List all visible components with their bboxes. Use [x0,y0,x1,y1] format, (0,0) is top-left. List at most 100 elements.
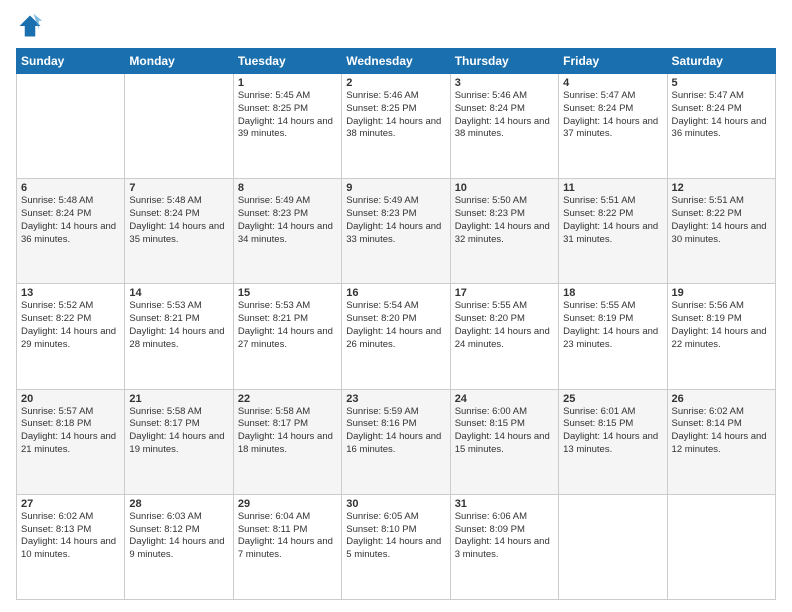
day-info: Sunrise: 5:52 AM Sunset: 8:22 PM Dayligh… [21,300,120,351]
calendar-cell: 5Sunrise: 5:47 AM Sunset: 8:24 PM Daylig… [667,74,775,179]
day-number: 28 [129,498,228,510]
day-info: Sunrise: 6:06 AM Sunset: 8:09 PM Dayligh… [455,511,554,562]
calendar-cell: 2Sunrise: 5:46 AM Sunset: 8:25 PM Daylig… [342,74,450,179]
day-number: 25 [563,393,662,405]
day-number: 31 [455,498,554,510]
day-info: Sunrise: 5:45 AM Sunset: 8:25 PM Dayligh… [238,90,337,141]
weekday-header-saturday: Saturday [667,49,775,74]
day-number: 3 [455,77,554,89]
day-info: Sunrise: 6:02 AM Sunset: 8:14 PM Dayligh… [672,406,771,457]
weekday-header-thursday: Thursday [450,49,558,74]
day-number: 22 [238,393,337,405]
day-info: Sunrise: 5:49 AM Sunset: 8:23 PM Dayligh… [238,195,337,246]
weekday-header-wednesday: Wednesday [342,49,450,74]
week-row-1: 6Sunrise: 5:48 AM Sunset: 8:24 PM Daylig… [17,179,776,284]
day-number: 13 [21,287,120,299]
calendar-cell: 21Sunrise: 5:58 AM Sunset: 8:17 PM Dayli… [125,389,233,494]
day-info: Sunrise: 6:04 AM Sunset: 8:11 PM Dayligh… [238,511,337,562]
day-number: 16 [346,287,445,299]
calendar-cell: 4Sunrise: 5:47 AM Sunset: 8:24 PM Daylig… [559,74,667,179]
day-number: 20 [21,393,120,405]
day-info: Sunrise: 6:03 AM Sunset: 8:12 PM Dayligh… [129,511,228,562]
calendar-cell: 7Sunrise: 5:48 AM Sunset: 8:24 PM Daylig… [125,179,233,284]
day-number: 10 [455,182,554,194]
day-info: Sunrise: 5:46 AM Sunset: 8:25 PM Dayligh… [346,90,445,141]
weekday-header-tuesday: Tuesday [233,49,341,74]
day-info: Sunrise: 5:51 AM Sunset: 8:22 PM Dayligh… [563,195,662,246]
day-info: Sunrise: 5:58 AM Sunset: 8:17 PM Dayligh… [238,406,337,457]
day-number: 21 [129,393,228,405]
day-info: Sunrise: 5:55 AM Sunset: 8:20 PM Dayligh… [455,300,554,351]
day-number: 5 [672,77,771,89]
day-number: 24 [455,393,554,405]
weekday-header-monday: Monday [125,49,233,74]
calendar-cell: 19Sunrise: 5:56 AM Sunset: 8:19 PM Dayli… [667,284,775,389]
day-info: Sunrise: 5:55 AM Sunset: 8:19 PM Dayligh… [563,300,662,351]
calendar-table: SundayMondayTuesdayWednesdayThursdayFrid… [16,48,776,600]
calendar-cell: 29Sunrise: 6:04 AM Sunset: 8:11 PM Dayli… [233,494,341,599]
day-info: Sunrise: 5:58 AM Sunset: 8:17 PM Dayligh… [129,406,228,457]
day-number: 17 [455,287,554,299]
day-number: 12 [672,182,771,194]
calendar-cell: 18Sunrise: 5:55 AM Sunset: 8:19 PM Dayli… [559,284,667,389]
day-info: Sunrise: 5:46 AM Sunset: 8:24 PM Dayligh… [455,90,554,141]
calendar-cell: 27Sunrise: 6:02 AM Sunset: 8:13 PM Dayli… [17,494,125,599]
calendar-cell: 30Sunrise: 6:05 AM Sunset: 8:10 PM Dayli… [342,494,450,599]
day-info: Sunrise: 5:49 AM Sunset: 8:23 PM Dayligh… [346,195,445,246]
week-row-3: 20Sunrise: 5:57 AM Sunset: 8:18 PM Dayli… [17,389,776,494]
day-number: 8 [238,182,337,194]
calendar-cell: 1Sunrise: 5:45 AM Sunset: 8:25 PM Daylig… [233,74,341,179]
day-number: 14 [129,287,228,299]
day-number: 23 [346,393,445,405]
calendar-cell: 3Sunrise: 5:46 AM Sunset: 8:24 PM Daylig… [450,74,558,179]
day-info: Sunrise: 6:02 AM Sunset: 8:13 PM Dayligh… [21,511,120,562]
day-number: 19 [672,287,771,299]
calendar-cell: 16Sunrise: 5:54 AM Sunset: 8:20 PM Dayli… [342,284,450,389]
day-number: 15 [238,287,337,299]
day-info: Sunrise: 5:47 AM Sunset: 8:24 PM Dayligh… [563,90,662,141]
calendar-cell: 6Sunrise: 5:48 AM Sunset: 8:24 PM Daylig… [17,179,125,284]
week-row-0: 1Sunrise: 5:45 AM Sunset: 8:25 PM Daylig… [17,74,776,179]
calendar-cell: 22Sunrise: 5:58 AM Sunset: 8:17 PM Dayli… [233,389,341,494]
day-info: Sunrise: 6:00 AM Sunset: 8:15 PM Dayligh… [455,406,554,457]
day-info: Sunrise: 5:47 AM Sunset: 8:24 PM Dayligh… [672,90,771,141]
calendar-cell [17,74,125,179]
calendar-cell: 17Sunrise: 5:55 AM Sunset: 8:20 PM Dayli… [450,284,558,389]
calendar-cell: 24Sunrise: 6:00 AM Sunset: 8:15 PM Dayli… [450,389,558,494]
day-info: Sunrise: 5:54 AM Sunset: 8:20 PM Dayligh… [346,300,445,351]
calendar-cell: 23Sunrise: 5:59 AM Sunset: 8:16 PM Dayli… [342,389,450,494]
day-number: 2 [346,77,445,89]
calendar-cell: 9Sunrise: 5:49 AM Sunset: 8:23 PM Daylig… [342,179,450,284]
calendar-cell: 14Sunrise: 5:53 AM Sunset: 8:21 PM Dayli… [125,284,233,389]
calendar-cell: 11Sunrise: 5:51 AM Sunset: 8:22 PM Dayli… [559,179,667,284]
calendar-cell: 8Sunrise: 5:49 AM Sunset: 8:23 PM Daylig… [233,179,341,284]
day-info: Sunrise: 5:56 AM Sunset: 8:19 PM Dayligh… [672,300,771,351]
day-number: 27 [21,498,120,510]
calendar-cell [125,74,233,179]
day-number: 4 [563,77,662,89]
day-info: Sunrise: 5:50 AM Sunset: 8:23 PM Dayligh… [455,195,554,246]
day-number: 7 [129,182,228,194]
day-number: 6 [21,182,120,194]
day-number: 11 [563,182,662,194]
day-number: 9 [346,182,445,194]
calendar-cell: 26Sunrise: 6:02 AM Sunset: 8:14 PM Dayli… [667,389,775,494]
calendar-cell: 10Sunrise: 5:50 AM Sunset: 8:23 PM Dayli… [450,179,558,284]
day-info: Sunrise: 5:57 AM Sunset: 8:18 PM Dayligh… [21,406,120,457]
calendar-cell: 20Sunrise: 5:57 AM Sunset: 8:18 PM Dayli… [17,389,125,494]
weekday-header-sunday: Sunday [17,49,125,74]
header [16,12,776,40]
calendar-cell: 12Sunrise: 5:51 AM Sunset: 8:22 PM Dayli… [667,179,775,284]
weekday-header-friday: Friday [559,49,667,74]
week-row-4: 27Sunrise: 6:02 AM Sunset: 8:13 PM Dayli… [17,494,776,599]
day-info: Sunrise: 5:53 AM Sunset: 8:21 PM Dayligh… [129,300,228,351]
calendar-cell: 25Sunrise: 6:01 AM Sunset: 8:15 PM Dayli… [559,389,667,494]
day-info: Sunrise: 5:48 AM Sunset: 8:24 PM Dayligh… [129,195,228,246]
day-info: Sunrise: 6:01 AM Sunset: 8:15 PM Dayligh… [563,406,662,457]
calendar-cell [559,494,667,599]
day-info: Sunrise: 5:51 AM Sunset: 8:22 PM Dayligh… [672,195,771,246]
day-info: Sunrise: 5:48 AM Sunset: 8:24 PM Dayligh… [21,195,120,246]
day-number: 18 [563,287,662,299]
day-number: 29 [238,498,337,510]
calendar-cell: 31Sunrise: 6:06 AM Sunset: 8:09 PM Dayli… [450,494,558,599]
